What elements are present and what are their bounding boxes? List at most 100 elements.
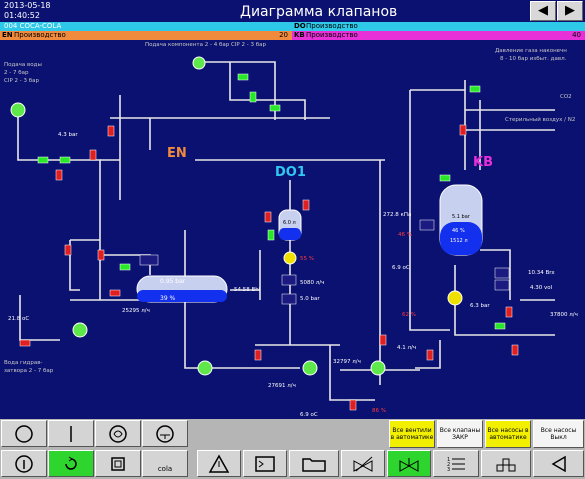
line-icon[interactable] bbox=[48, 420, 94, 447]
pump-p104[interactable] bbox=[370, 360, 386, 376]
valve-off-icon[interactable] bbox=[341, 450, 385, 477]
gauge-icon[interactable] bbox=[142, 420, 188, 447]
valve-v104-b[interactable] bbox=[267, 229, 275, 241]
kb-out-flow: 37800 л/ч bbox=[550, 312, 578, 318]
pump-p107-a[interactable] bbox=[197, 360, 213, 376]
fit-box bbox=[281, 274, 297, 286]
process-diagram: 39 % 0.95 bar 6.0 л 5.1 bar 46 % 1512 л bbox=[10, 56, 555, 411]
pt-kb-box bbox=[419, 219, 435, 231]
en-flow-reading: 25295 л/ч bbox=[122, 308, 150, 314]
kb-level: 46 % bbox=[452, 228, 465, 234]
valve-v117[interactable] bbox=[97, 249, 105, 261]
valve-v102[interactable] bbox=[37, 156, 49, 164]
pump-p107-b[interactable] bbox=[283, 251, 297, 265]
hydro-water-label-2: затвора 2 - 7 бар bbox=[4, 368, 54, 374]
do-status: Производство bbox=[306, 22, 358, 30]
pump-p108[interactable] bbox=[72, 322, 88, 338]
info-icon[interactable] bbox=[1, 450, 47, 477]
valve-v128[interactable] bbox=[459, 124, 467, 136]
en-value: 20 bbox=[279, 31, 288, 39]
back-icon[interactable] bbox=[533, 450, 584, 477]
valve-v106[interactable] bbox=[109, 289, 121, 297]
valve-on-icon[interactable] bbox=[387, 450, 431, 477]
all-valves-auto-button[interactable]: Все вентили в автоматике bbox=[389, 420, 435, 448]
valve-v148[interactable] bbox=[107, 125, 115, 137]
valve-v103-red[interactable] bbox=[55, 169, 63, 181]
qi-box bbox=[494, 267, 510, 279]
section-en: EN bbox=[167, 146, 187, 161]
warning-icon[interactable] bbox=[197, 450, 241, 477]
valve-v141[interactable] bbox=[439, 174, 451, 182]
en-tank-pressure: 0.95 bar bbox=[160, 278, 186, 285]
pump-p102[interactable] bbox=[302, 360, 318, 376]
back-button[interactable]: ◀ bbox=[530, 1, 556, 21]
en-tank-level: 39 % bbox=[160, 295, 176, 302]
kb-bar: 5.1 bar bbox=[452, 214, 471, 220]
section-do1: DO1 bbox=[275, 165, 306, 180]
kb-pressure-a: 272.8 кПа bbox=[383, 212, 412, 218]
valve-v101[interactable] bbox=[59, 156, 71, 164]
refresh-icon[interactable] bbox=[48, 450, 94, 477]
water-supply-label-1: Подача воды bbox=[4, 62, 42, 68]
valve-v141-en[interactable] bbox=[64, 244, 72, 256]
kb-value: 40 bbox=[572, 31, 581, 39]
en-strip: EN Производство 20 bbox=[0, 31, 292, 40]
kb-status: Производство bbox=[306, 31, 358, 39]
folder-icon[interactable] bbox=[289, 450, 339, 477]
pump-p101-a[interactable] bbox=[192, 56, 206, 70]
valve-v101-b[interactable] bbox=[269, 104, 281, 112]
temp3-reading: 6.9 oC bbox=[392, 265, 410, 271]
kb-code: KB bbox=[294, 31, 305, 39]
valve-v105[interactable] bbox=[19, 339, 31, 347]
pump-p101-b[interactable] bbox=[10, 102, 26, 118]
valve-v111[interactable] bbox=[379, 334, 387, 346]
terminal-icon[interactable] bbox=[243, 450, 287, 477]
water-supply-label-3: CIP 2 - 3 бар bbox=[4, 78, 40, 84]
en-code: EN bbox=[2, 31, 13, 39]
flow-32797: 32797 л/ч bbox=[333, 359, 361, 365]
valve-v103[interactable] bbox=[249, 91, 257, 103]
pt108-box bbox=[139, 254, 159, 266]
kb-strip: KB Производство 40 bbox=[292, 31, 585, 40]
all-pumps-auto-button[interactable]: Все насосы в автоматике bbox=[485, 420, 531, 448]
valve-v140[interactable] bbox=[494, 322, 506, 330]
circle-icon[interactable] bbox=[1, 420, 47, 447]
kb-bar3: 6.3 bar bbox=[470, 303, 490, 309]
blocks-icon[interactable] bbox=[481, 450, 531, 477]
pct-a: 46 % bbox=[398, 232, 412, 238]
hmi-screen: 2013-05-18 01:40:52 Диаграмма клапанов ◀… bbox=[0, 0, 585, 479]
do-bar-reading: 5.0 bar bbox=[300, 296, 320, 302]
gas-pressure-label-1: Давление газа наконечн bbox=[495, 48, 567, 54]
valve-v132-kb[interactable] bbox=[505, 306, 513, 318]
all-pumps-off-button[interactable]: Все насосы Выкл bbox=[533, 420, 584, 448]
all-valves-closed-button[interactable]: Все клапаны ЗАКР bbox=[437, 420, 483, 448]
valve-v146[interactable] bbox=[349, 399, 357, 411]
valve-v132[interactable] bbox=[254, 349, 262, 361]
valve-v125[interactable] bbox=[89, 149, 97, 161]
do-pressure-reading: 54.58 Bhl bbox=[234, 287, 261, 293]
do1-vessel: 6.0 л bbox=[278, 209, 302, 241]
list-icon[interactable]: 123 bbox=[433, 450, 479, 477]
do-red-pct: 55 % bbox=[300, 256, 314, 262]
swirl-icon[interactable] bbox=[95, 420, 141, 447]
valve-v126[interactable] bbox=[426, 349, 434, 361]
cola-label: cola bbox=[157, 464, 173, 473]
frame-icon[interactable] bbox=[95, 450, 141, 477]
water-supply-label-2: 2 - 7 бар bbox=[4, 70, 29, 76]
en-status: Производство bbox=[14, 31, 66, 39]
do-flow-reading: 5080 л/ч bbox=[300, 280, 325, 286]
kb-ppm: 10.34 Brx bbox=[528, 270, 555, 276]
valve-v102-b[interactable] bbox=[237, 73, 249, 81]
kb-bar2: 4.30 vol bbox=[530, 285, 553, 291]
kb-tank: 5.1 bar 46 % 1512 л bbox=[439, 184, 483, 256]
do-volume: 6.0 л bbox=[283, 220, 296, 226]
valve-v104[interactable] bbox=[119, 263, 131, 271]
svg-text:3: 3 bbox=[447, 467, 450, 473]
pump-p103[interactable] bbox=[447, 290, 463, 306]
valve-v123[interactable] bbox=[511, 344, 519, 356]
valve-v131[interactable] bbox=[264, 211, 272, 223]
forward-button[interactable]: ▶ bbox=[557, 1, 583, 21]
cola-button[interactable]: cola bbox=[142, 450, 188, 477]
valve-v105[interactable] bbox=[469, 85, 481, 93]
valve-v141-do[interactable] bbox=[302, 199, 310, 211]
